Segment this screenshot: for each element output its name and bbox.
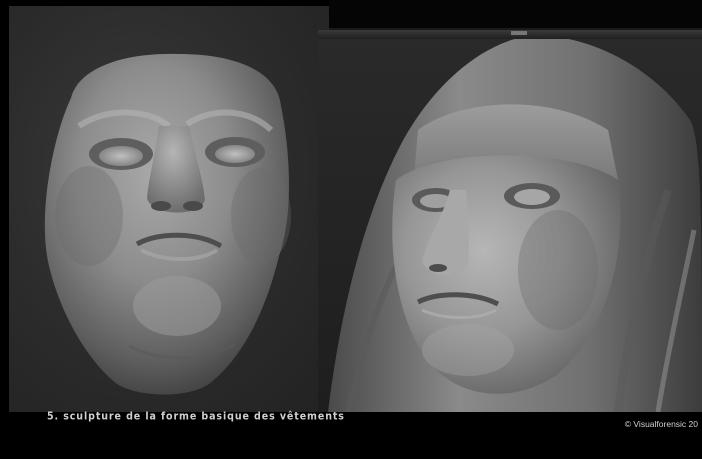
copyright-credit: © Visualforensic 20 bbox=[624, 419, 698, 429]
nun-head-render bbox=[328, 35, 702, 412]
right-render-panel bbox=[318, 30, 702, 412]
figure-caption: 5. sculpture de la forme basique des vêt… bbox=[47, 410, 345, 423]
left-render-panel bbox=[9, 6, 329, 412]
toolbar-handle[interactable] bbox=[511, 31, 527, 35]
viewport-toolbar bbox=[318, 30, 702, 39]
face-mask-render bbox=[44, 53, 291, 395]
top-dark-strip bbox=[329, 0, 702, 30]
